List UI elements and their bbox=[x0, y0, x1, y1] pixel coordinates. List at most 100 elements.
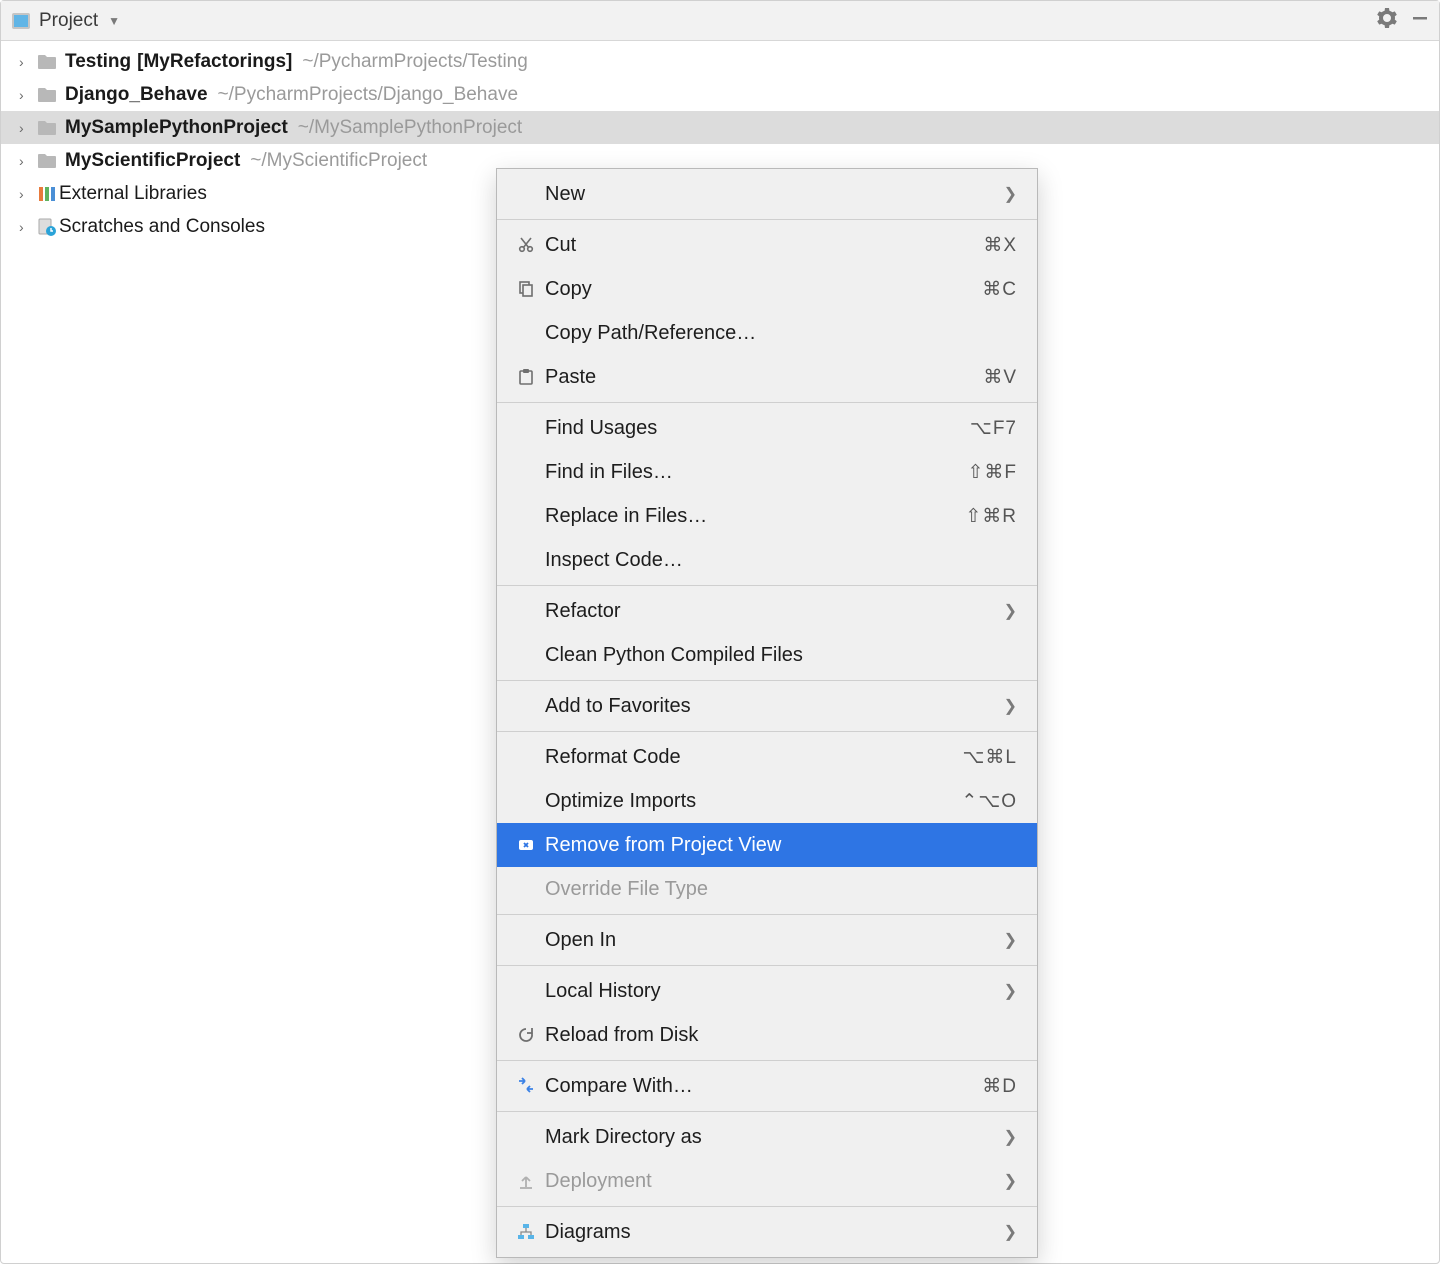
menu-separator bbox=[497, 965, 1037, 966]
project-tool-window-header: Project ▼ bbox=[1, 1, 1439, 41]
menu-item[interactable]: Optimize Imports ⌃⌥O bbox=[497, 779, 1037, 823]
tree-item-name: External Libraries bbox=[59, 183, 207, 205]
menu-item-label: Optimize Imports bbox=[545, 790, 961, 813]
menu-item-label: Deployment bbox=[545, 1170, 1004, 1193]
cut-icon bbox=[507, 236, 545, 254]
chevron-right-icon[interactable]: › bbox=[19, 153, 37, 169]
menu-item[interactable]: Mark Directory as ❯ bbox=[497, 1115, 1037, 1159]
menu-item[interactable]: Cut ⌘X bbox=[497, 223, 1037, 267]
chevron-right-icon: ❯ bbox=[1004, 184, 1017, 204]
menu-item[interactable]: Local History ❯ bbox=[497, 969, 1037, 1013]
chevron-right-icon: ❯ bbox=[1004, 696, 1017, 716]
external-libraries-icon bbox=[37, 185, 59, 203]
chevron-right-icon[interactable]: › bbox=[19, 54, 37, 70]
menu-item-label: Override File Type bbox=[545, 878, 1017, 901]
folder-icon bbox=[37, 53, 59, 71]
chevron-right-icon[interactable]: › bbox=[19, 219, 37, 235]
diagram-icon bbox=[507, 1223, 545, 1241]
tree-item-bracket: [MyRefactorings] bbox=[137, 51, 292, 73]
tree-item-name: Django_Behave bbox=[65, 84, 208, 106]
menu-item-label: Compare With… bbox=[545, 1075, 982, 1098]
menu-item-shortcut: ⌃⌥O bbox=[961, 790, 1017, 813]
menu-item[interactable]: Paste ⌘V bbox=[497, 355, 1037, 399]
menu-item-label: Paste bbox=[545, 366, 983, 389]
menu-item-label: Refactor bbox=[545, 600, 1004, 623]
menu-item[interactable]: Find Usages ⌥F7 bbox=[497, 406, 1037, 450]
menu-separator bbox=[497, 914, 1037, 915]
delete-icon bbox=[507, 836, 545, 854]
folder-icon bbox=[37, 86, 59, 104]
menu-item[interactable]: Copy ⌘C bbox=[497, 267, 1037, 311]
menu-item-label: Inspect Code… bbox=[545, 549, 1017, 572]
tree-item-name: Testing bbox=[65, 51, 131, 73]
menu-separator bbox=[497, 585, 1037, 586]
menu-item[interactable]: Add to Favorites ❯ bbox=[497, 684, 1037, 728]
menu-separator bbox=[497, 731, 1037, 732]
tree-item-path: ~/PycharmProjects/Testing bbox=[302, 51, 527, 73]
menu-item-shortcut: ⌥F7 bbox=[970, 417, 1017, 440]
menu-item: Deployment ❯ bbox=[497, 1159, 1037, 1203]
menu-separator bbox=[497, 1060, 1037, 1061]
tree-item-name: MySamplePythonProject bbox=[65, 117, 288, 139]
menu-item: Override File Type bbox=[497, 867, 1037, 911]
menu-item[interactable]: Replace in Files… ⇧⌘R bbox=[497, 494, 1037, 538]
deploy-icon bbox=[507, 1172, 545, 1190]
menu-item[interactable]: Find in Files… ⇧⌘F bbox=[497, 450, 1037, 494]
menu-item-label: New bbox=[545, 183, 1004, 206]
menu-item[interactable]: Remove from Project View bbox=[497, 823, 1037, 867]
reload-icon bbox=[507, 1026, 545, 1044]
menu-item-label: Find in Files… bbox=[545, 461, 967, 484]
menu-item[interactable]: Compare With… ⌘D bbox=[497, 1064, 1037, 1108]
menu-item-label: Reformat Code bbox=[545, 746, 963, 769]
paste-icon bbox=[507, 368, 545, 386]
tree-item[interactable]: › MySamplePythonProject ~/MySamplePython… bbox=[1, 111, 1439, 144]
menu-item-shortcut: ⌘X bbox=[983, 234, 1017, 257]
tree-item[interactable]: › Django_Behave ~/PycharmProjects/Django… bbox=[1, 78, 1439, 111]
tree-item[interactable]: › Testing [MyRefactorings] ~/PycharmProj… bbox=[1, 45, 1439, 78]
menu-item-shortcut: ⌘D bbox=[982, 1075, 1017, 1098]
tree-item-name: MyScientificProject bbox=[65, 150, 240, 172]
chevron-right-icon[interactable]: › bbox=[19, 120, 37, 136]
menu-separator bbox=[497, 1111, 1037, 1112]
tree-item-path: ~/MySamplePythonProject bbox=[298, 117, 522, 139]
tree-item-path: ~/PycharmProjects/Django_Behave bbox=[218, 84, 518, 106]
menu-item-label: Find Usages bbox=[545, 417, 970, 440]
menu-item[interactable]: Open In ❯ bbox=[497, 918, 1037, 962]
menu-item[interactable]: Reload from Disk bbox=[497, 1013, 1037, 1057]
menu-separator bbox=[497, 1206, 1037, 1207]
scratches-icon bbox=[37, 218, 59, 236]
menu-item-label: Cut bbox=[545, 234, 983, 257]
menu-separator bbox=[497, 402, 1037, 403]
menu-item[interactable]: Copy Path/Reference… bbox=[497, 311, 1037, 355]
menu-item-label: Clean Python Compiled Files bbox=[545, 644, 1017, 667]
menu-item-shortcut: ⌘C bbox=[982, 278, 1017, 301]
menu-item-label: Remove from Project View bbox=[545, 834, 1017, 857]
menu-separator bbox=[497, 680, 1037, 681]
context-menu: New ❯ Cut ⌘X Copy ⌘C Copy Path/Reference… bbox=[496, 168, 1038, 1258]
view-dropdown-icon[interactable]: ▼ bbox=[108, 14, 120, 28]
hide-icon[interactable] bbox=[1411, 9, 1429, 33]
menu-item-label: Local History bbox=[545, 980, 1004, 1003]
chevron-right-icon: ❯ bbox=[1004, 1171, 1017, 1191]
menu-item[interactable]: Reformat Code ⌥⌘L bbox=[497, 735, 1037, 779]
gear-icon[interactable] bbox=[1377, 8, 1397, 34]
menu-separator bbox=[497, 219, 1037, 220]
folder-icon bbox=[37, 119, 59, 137]
chevron-right-icon: ❯ bbox=[1004, 1222, 1017, 1242]
project-icon bbox=[11, 11, 31, 31]
menu-item-label: Copy Path/Reference… bbox=[545, 322, 1017, 345]
menu-item-label: Replace in Files… bbox=[545, 505, 965, 528]
menu-item[interactable]: Refactor ❯ bbox=[497, 589, 1037, 633]
menu-item[interactable]: Inspect Code… bbox=[497, 538, 1037, 582]
project-title[interactable]: Project bbox=[39, 10, 98, 32]
compare-icon bbox=[507, 1077, 545, 1095]
menu-item-label: Diagrams bbox=[545, 1221, 1004, 1244]
menu-item-label: Mark Directory as bbox=[545, 1126, 1004, 1149]
menu-item[interactable]: Clean Python Compiled Files bbox=[497, 633, 1037, 677]
menu-item-label: Open In bbox=[545, 929, 1004, 952]
menu-item[interactable]: New ❯ bbox=[497, 172, 1037, 216]
menu-item[interactable]: Diagrams ❯ bbox=[497, 1210, 1037, 1254]
chevron-right-icon[interactable]: › bbox=[19, 186, 37, 202]
chevron-right-icon[interactable]: › bbox=[19, 87, 37, 103]
menu-item-label: Copy bbox=[545, 278, 982, 301]
